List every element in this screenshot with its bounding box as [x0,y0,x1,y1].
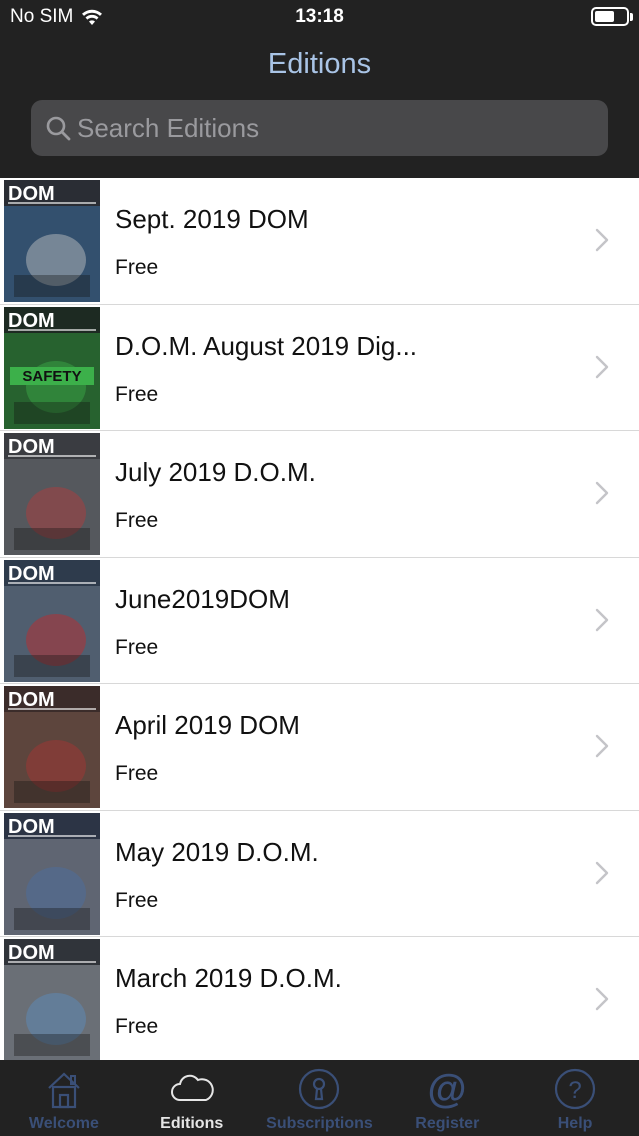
edition-title: July 2019 D.O.M. [115,457,316,487]
chevron-right-icon [595,481,609,505]
chevron-right-icon [595,987,609,1011]
page-title: Editions [267,48,372,80]
edition-row[interactable]: DOM July 2019 D.O.M. Free [0,431,639,558]
tab-register[interactable]: @ Register [383,1060,511,1136]
tab-help[interactable]: ? Help [511,1060,639,1136]
edition-price: Free [115,762,159,785]
svg-text:SAFETY: SAFETY [22,368,81,385]
tab-label: Register [415,1115,480,1132]
status-bar: No SIM 13:18 [0,0,639,34]
chevron-right-icon [595,608,609,631]
editions-list[interactable]: DOM Sept. 2019 DOM Free SAFETY DOM D.O.M… [0,178,639,1060]
edition-row[interactable]: DOM March 2019 D.O.M. Free [0,937,639,1060]
edition-cover-image[interactable]: DOM [4,812,100,935]
battery-icon [591,7,633,26]
svg-text:DOM: DOM [8,563,55,585]
navigation-bar: Editions [0,34,639,178]
edition-title: April 2019 DOM [115,710,300,740]
tab-welcome[interactable]: Welcome [0,1060,128,1136]
svg-text:DOM: DOM [8,816,55,838]
svg-text:DOM: DOM [8,310,55,332]
svg-text:?: ? [568,1077,581,1104]
battery-level [595,11,614,22]
edition-price: Free [115,1015,159,1038]
tab-editions[interactable]: Editions [128,1060,256,1136]
edition-row[interactable]: DOM June2019DOM Free [0,557,639,684]
edition-row[interactable]: SAFETY DOM D.O.M. August 2019 Dig... Fre… [0,304,639,431]
edition-row[interactable]: DOM Sept. 2019 DOM Free [0,178,639,305]
edition-price: Free [115,256,159,279]
search-input[interactable] [77,112,577,144]
edition-title: May 2019 D.O.M. [115,836,319,867]
tab-label: Welcome [28,1115,99,1132]
svg-text:DOM: DOM [8,183,55,205]
status-time: 13:18 [295,6,344,27]
edition-cover-image[interactable]: DOM [4,180,100,302]
tab-label: Subscriptions [266,1115,373,1132]
edition-title: Sept. 2019 DOM [115,204,309,234]
edition-price: Free [115,382,159,406]
edition-row[interactable]: DOM April 2019 DOM Free [0,684,639,811]
svg-text:DOM: DOM [8,942,55,964]
chevron-right-icon [595,734,609,758]
edition-title: March 2019 D.O.M. [115,963,342,993]
tab-label: Help [557,1115,593,1132]
svg-text:DOM: DOM [8,436,55,458]
edition-price: Free [115,635,159,659]
chevron-right-icon [595,228,609,252]
tab-subscriptions[interactable]: Subscriptions [256,1060,384,1136]
edition-row[interactable]: DOM May 2019 D.O.M. Free [0,810,639,937]
edition-cover-image[interactable]: DOM [4,939,100,1060]
edition-price: Free [115,509,159,532]
chevron-right-icon [595,861,609,884]
edition-price: Free [115,888,159,912]
edition-cover-image[interactable]: DOM [4,559,100,682]
svg-text:@: @ [428,1067,467,1111]
search-icon [46,116,71,141]
tab-bar: Welcome Editions Subscriptions @ Register? He… [0,1060,639,1136]
chevron-right-icon [595,355,609,378]
svg-text:DOM: DOM [8,689,55,711]
tab-label: Editions [160,1115,224,1132]
edition-cover-image[interactable]: SAFETY DOM [4,306,100,429]
edition-title: June2019DOM [115,583,290,614]
edition-title: D.O.M. August 2019 Dig... [115,330,418,361]
search-bar[interactable] [31,100,608,156]
edition-cover-image[interactable]: DOM [4,433,100,555]
edition-cover-image[interactable]: DOM [4,686,100,808]
